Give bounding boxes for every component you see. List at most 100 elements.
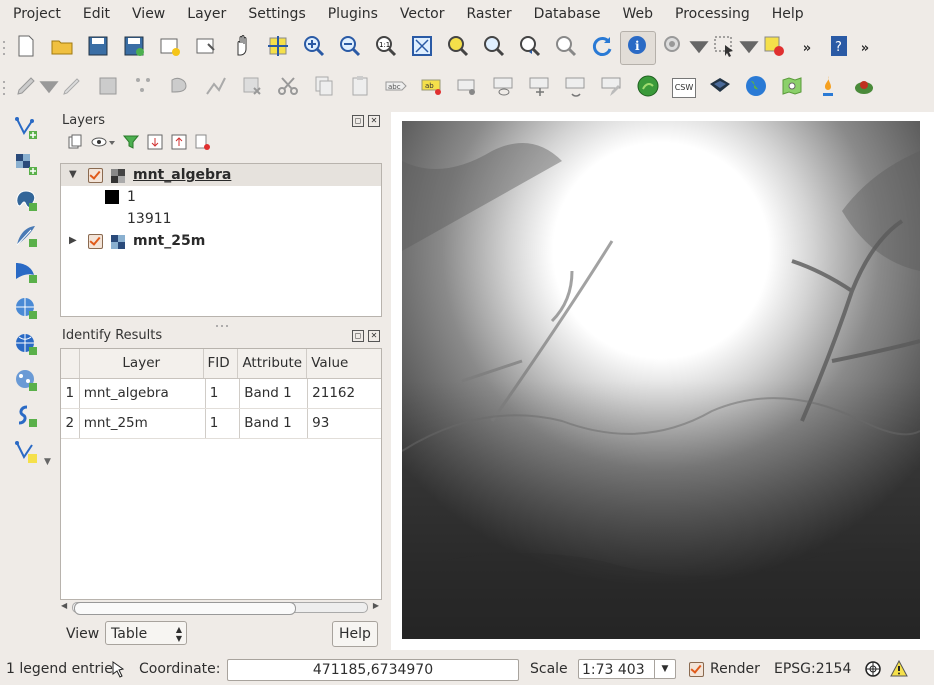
add-feature-button[interactable] — [126, 71, 162, 105]
chevron-down-icon[interactable]: ▼ — [654, 660, 675, 678]
zoom-in-button[interactable] — [296, 31, 332, 65]
grass-button[interactable] — [630, 71, 666, 105]
new-print-composer-button[interactable] — [152, 31, 188, 65]
column-header-layer[interactable]: Layer — [80, 349, 204, 378]
georeferencer-button[interactable] — [774, 71, 810, 105]
collapse-arrow-icon[interactable]: ▶ — [69, 230, 77, 252]
add-wms-layer-button[interactable] — [0, 292, 52, 328]
layer-item-mnt-25m[interactable]: ▶ mnt_25m — [61, 230, 381, 252]
view-mode-select[interactable]: Table ▲ ▼ — [105, 621, 187, 645]
add-wcs-layer-button[interactable] — [0, 328, 52, 364]
splitter-handle[interactable] — [215, 317, 229, 327]
change-label-button[interactable] — [594, 71, 630, 105]
menu-layer[interactable]: Layer — [174, 0, 235, 29]
add-postgis-layer-button[interactable] — [0, 184, 52, 220]
crs-globe-icon[interactable] — [864, 660, 882, 682]
pan-to-selection-button[interactable] — [260, 31, 296, 65]
new-project-button[interactable] — [8, 31, 44, 65]
globe-button[interactable] — [738, 71, 774, 105]
cut-features-button[interactable] — [270, 71, 306, 105]
metasearch-button[interactable] — [702, 71, 738, 105]
move-label-button[interactable] — [522, 71, 558, 105]
refresh-button[interactable] — [584, 31, 620, 65]
menu-database[interactable]: Database — [521, 0, 610, 29]
add-delimited-text-button[interactable] — [0, 400, 52, 436]
rotate-label-button[interactable] — [558, 71, 594, 105]
menu-project[interactable]: Project — [0, 0, 70, 29]
expand-arrow-icon[interactable]: ▼ — [69, 164, 77, 186]
menu-raster[interactable]: Raster — [454, 0, 521, 29]
csw-button[interactable]: CSW — [666, 71, 702, 105]
render-checkbox[interactable] — [689, 662, 704, 677]
composer-manager-button[interactable] — [188, 31, 224, 65]
new-layer-dropdown[interactable]: ▼ — [44, 457, 51, 467]
zoom-to-selection-button[interactable] — [440, 31, 476, 65]
layer-visibility-checkbox[interactable] — [88, 168, 103, 183]
node-tool-button[interactable] — [198, 71, 234, 105]
remove-layer-icon[interactable] — [194, 133, 212, 155]
scroll-left-icon[interactable]: ◀ — [61, 601, 67, 610]
column-header-value[interactable]: Value — [307, 349, 381, 378]
menu-view[interactable]: View — [119, 0, 174, 29]
toggle-editing-button[interactable] — [54, 71, 90, 105]
add-group-icon[interactable] — [66, 133, 84, 155]
map-canvas[interactable] — [391, 112, 934, 650]
save-as-button[interactable] — [116, 31, 152, 65]
pan-button[interactable] — [224, 31, 260, 65]
menu-settings[interactable]: Settings — [235, 0, 314, 29]
horizontal-scrollbar[interactable]: ◀ ▶ — [60, 600, 380, 615]
manage-visibility-icon[interactable] — [90, 133, 116, 155]
collapse-all-icon[interactable] — [170, 133, 188, 155]
add-raster-layer-button[interactable] — [0, 148, 52, 184]
save-project-button[interactable] — [80, 31, 116, 65]
expand-all-icon[interactable] — [146, 133, 164, 155]
save-edits-button[interactable] — [90, 71, 126, 105]
open-project-button[interactable] — [44, 31, 80, 65]
action-dropdown[interactable] — [689, 31, 709, 65]
pin-label-button[interactable] — [450, 71, 486, 105]
add-spatialite-layer-button[interactable] — [0, 220, 52, 256]
column-header-index[interactable] — [61, 349, 80, 378]
python-button[interactable] — [846, 71, 882, 105]
current-edits-dropdown[interactable] — [39, 71, 59, 105]
zoom-to-layer-button[interactable] — [476, 31, 512, 65]
zoom-out-button[interactable] — [332, 31, 368, 65]
filter-legend-icon[interactable] — [122, 133, 140, 155]
coordinate-field[interactable]: 471185,6734970 — [227, 659, 519, 681]
toolbar-handle[interactable] — [0, 33, 8, 63]
paste-features-button[interactable] — [342, 71, 378, 105]
layer-item-mnt-algebra[interactable]: ▼ mnt_algebra — [61, 164, 381, 186]
heatmap-button[interactable] — [810, 71, 846, 105]
close-icon[interactable]: ✕ — [368, 115, 380, 127]
menu-plugins[interactable]: Plugins — [315, 0, 387, 29]
scrollbar-thumb[interactable] — [74, 602, 296, 615]
move-feature-button[interactable] — [162, 71, 198, 105]
add-vector-layer-button[interactable] — [0, 112, 52, 148]
help-button[interactable]: Help — [332, 621, 378, 647]
deselect-button[interactable] — [756, 31, 792, 65]
zoom-next-button[interactable] — [548, 31, 584, 65]
menu-help[interactable]: Help — [759, 0, 813, 29]
toolbar-handle[interactable] — [0, 73, 8, 103]
layer-visibility-checkbox[interactable] — [88, 234, 103, 249]
scale-combobox[interactable]: 1:73 403 ▼ — [578, 659, 676, 679]
map-tips-icon[interactable] — [110, 660, 126, 682]
float-panel-icon[interactable]: ◻ — [352, 330, 364, 342]
toolbar1-overflow[interactable]: » — [792, 31, 822, 65]
label-highlight-button[interactable]: ab — [414, 71, 450, 105]
table-row[interactable]: 1 mnt_algebra 1 Band 1 21162 — [61, 379, 381, 409]
label-button[interactable]: abc — [378, 71, 414, 105]
messages-warning-icon[interactable] — [890, 659, 908, 682]
select-dropdown[interactable] — [739, 31, 759, 65]
table-row[interactable]: 2 mnt_25m 1 Band 1 93 — [61, 409, 381, 439]
copy-features-button[interactable] — [306, 71, 342, 105]
close-icon[interactable]: ✕ — [368, 330, 380, 342]
column-header-fid[interactable]: FID — [204, 349, 239, 378]
scroll-right-icon[interactable]: ▶ — [373, 601, 379, 610]
menu-vector[interactable]: Vector — [387, 0, 454, 29]
crs-status[interactable]: EPSG:2154 — [774, 661, 851, 677]
zoom-actual-button[interactable]: 1:1 — [368, 31, 404, 65]
zoom-last-button[interactable] — [512, 31, 548, 65]
menu-processing[interactable]: Processing — [662, 0, 759, 29]
toolbar1-overflow-2[interactable]: » — [858, 31, 872, 65]
